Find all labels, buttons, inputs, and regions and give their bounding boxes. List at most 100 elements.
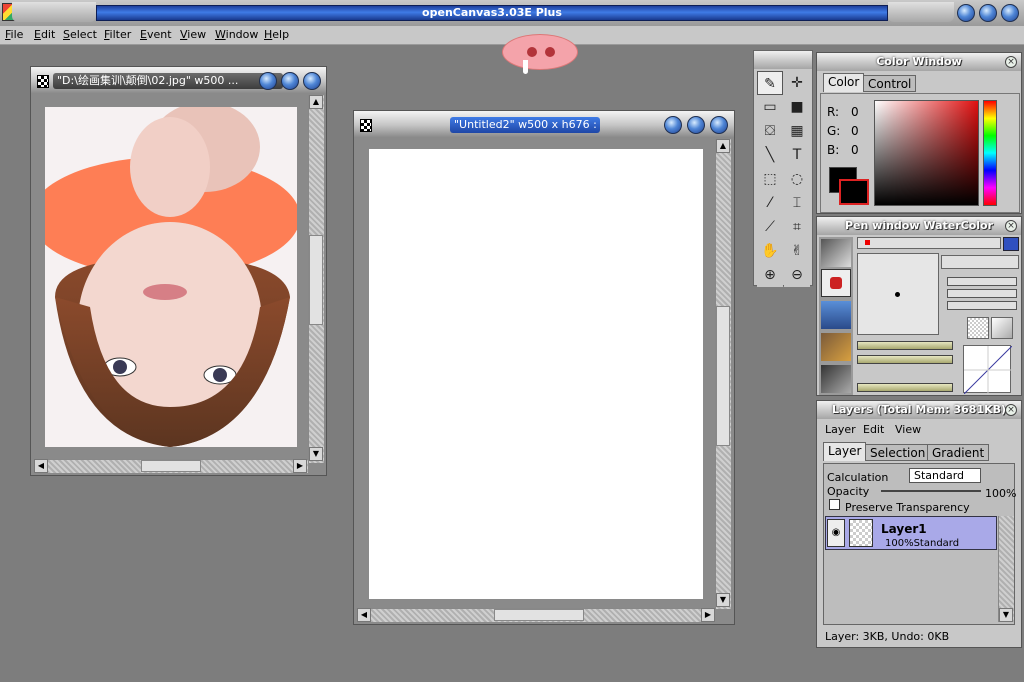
fill-rect-tool-icon[interactable]: ■: [784, 95, 810, 119]
zoom-out-tool-icon[interactable]: ⊖: [784, 263, 810, 287]
color-window-title[interactable]: Color Window: [817, 53, 1021, 71]
scroll-left-button[interactable]: ◀: [34, 459, 48, 473]
hand-tool-icon[interactable]: ✋: [757, 239, 783, 263]
document-window-photo[interactable]: "D:\绘画集训\颠倒\02.jpg" w500 ... ▲ ▼ ◀ ▶: [30, 66, 327, 476]
background-color-swatch[interactable]: [839, 179, 869, 205]
blend-slider[interactable]: [857, 383, 953, 392]
opacity-value: 100%: [985, 487, 1017, 500]
layers-vertical-scrollbar[interactable]: [998, 516, 1014, 622]
param-slider-1[interactable]: [947, 277, 1017, 286]
magic-wand-tool-icon[interactable]: ⁄: [757, 191, 783, 215]
maximize-button[interactable]: [979, 4, 997, 22]
document-icon: [37, 75, 49, 88]
brush-airbrush-icon[interactable]: [821, 333, 851, 361]
menu-window[interactable]: Window: [215, 28, 258, 41]
menu-file[interactable]: File: [5, 28, 23, 41]
close-icon[interactable]: ×: [1005, 220, 1017, 232]
document-title: "Untitled2" w500 x h676 : 66%: [450, 117, 600, 133]
color-picker-square[interactable]: [874, 100, 979, 206]
scroll-right-button[interactable]: ▶: [701, 608, 715, 622]
tab-control[interactable]: Control: [863, 75, 917, 92]
scroll-thumb[interactable]: [716, 306, 730, 446]
pen-tool-icon[interactable]: ✎: [757, 71, 783, 95]
opacity-label: Opacity: [827, 485, 870, 498]
layers-menu-layer[interactable]: Layer: [825, 423, 856, 436]
menu-help[interactable]: Help: [264, 28, 289, 41]
doc-minimize-button[interactable]: [259, 72, 277, 90]
opacity-slider[interactable]: [881, 490, 981, 492]
eye-icon[interactable]: ◉: [827, 519, 845, 547]
hscroll-thumb[interactable]: [494, 609, 584, 621]
layers-menu-edit[interactable]: Edit: [863, 423, 884, 436]
hscroll-thumb[interactable]: [141, 460, 201, 472]
hue-slider[interactable]: [983, 100, 997, 206]
tab-selection[interactable]: Selection: [865, 444, 931, 461]
param-slider-2[interactable]: [947, 289, 1017, 298]
doc-minimize-button[interactable]: [664, 116, 682, 134]
blank-canvas[interactable]: [369, 149, 703, 599]
text-tool-icon[interactable]: T: [784, 143, 810, 167]
b-value: 0: [851, 143, 859, 157]
eyedropper-tool-icon[interactable]: ⟋: [757, 215, 783, 239]
texture-icon[interactable]: [967, 317, 989, 339]
pen-window-title[interactable]: Pen window WaterColor: [817, 217, 1021, 235]
photo-canvas[interactable]: [45, 107, 297, 447]
tab-gradient[interactable]: Gradient: [927, 444, 990, 461]
scroll-up-button[interactable]: ▲: [309, 95, 323, 109]
doc-close-button[interactable]: [303, 72, 321, 90]
rotate-hand-tool-icon[interactable]: ✌: [784, 239, 810, 263]
brush-water-icon[interactable]: [821, 301, 851, 329]
layers-window-title[interactable]: Layers (Total Mem: 3681KB): [817, 401, 1021, 419]
minimize-button[interactable]: [957, 4, 975, 22]
menu-view[interactable]: View: [180, 28, 206, 41]
line-tool-icon[interactable]: ╲: [757, 143, 783, 167]
calculation-select[interactable]: Standard: [909, 468, 981, 483]
menu-edit[interactable]: Edit: [34, 28, 55, 41]
tab-layer[interactable]: Layer: [823, 442, 867, 461]
menu-select[interactable]: Select: [63, 28, 97, 41]
crop-tool-icon[interactable]: ⌗: [784, 215, 810, 239]
doc-close-button[interactable]: [710, 116, 728, 134]
brush-shape-selector[interactable]: [941, 255, 1019, 269]
layers-menu-view[interactable]: View: [895, 423, 921, 436]
scroll-right-button[interactable]: ▶: [293, 459, 307, 473]
doc-maximize-button[interactable]: [687, 116, 705, 134]
move-tool-icon[interactable]: ✛: [784, 71, 810, 95]
scroll-left-button[interactable]: ◀: [357, 608, 371, 622]
bucket-tool-icon[interactable]: ⛋: [757, 119, 783, 143]
rotate-tool-icon[interactable]: ▭: [757, 95, 783, 119]
transform-tool-icon[interactable]: ⌶: [784, 191, 810, 215]
menu-filter[interactable]: Filter: [104, 28, 131, 41]
r-label: R:: [827, 105, 840, 119]
opacity-slider[interactable]: [857, 341, 953, 350]
doc-maximize-button[interactable]: [281, 72, 299, 90]
zoom-in-tool-icon[interactable]: ⊕: [757, 263, 783, 287]
scroll-up-button[interactable]: ▲: [716, 139, 730, 153]
rect-select-tool-icon[interactable]: ⬚: [757, 167, 783, 191]
tool-palette-header[interactable]: [754, 51, 812, 69]
menu-event[interactable]: Event: [140, 28, 172, 41]
preserve-transparency-label: Preserve Transparency: [845, 501, 970, 514]
brush-size-ruler[interactable]: [857, 237, 1001, 249]
brush-eraser-icon[interactable]: [821, 365, 851, 393]
param-slider-3[interactable]: [947, 301, 1017, 310]
brush-pencil-icon[interactable]: [821, 239, 851, 267]
gradient-tool-icon[interactable]: ▦: [784, 119, 810, 143]
scroll-thumb[interactable]: [309, 235, 323, 325]
layer-thumbnail: [849, 519, 873, 547]
tab-color[interactable]: Color: [823, 73, 865, 92]
document-window-untitled[interactable]: "Untitled2" w500 x h676 : 66% ▲ ▼ ◀ ▶: [353, 110, 735, 625]
scroll-down-button[interactable]: ▼: [999, 608, 1013, 622]
scroll-down-button[interactable]: ▼: [309, 447, 323, 461]
close-icon[interactable]: ×: [1005, 56, 1017, 68]
document-title: "D:\绘画集训\颠倒\02.jpg" w500 ...: [53, 73, 283, 89]
close-icon[interactable]: ×: [1005, 404, 1017, 416]
pressure-curve[interactable]: [963, 345, 1013, 395]
texture-alt-icon[interactable]: [991, 317, 1013, 339]
save-icon[interactable]: [1003, 237, 1019, 251]
density-slider[interactable]: [857, 355, 953, 364]
lasso-tool-icon[interactable]: ◌: [784, 167, 810, 191]
close-button[interactable]: [1001, 4, 1019, 22]
scroll-down-button[interactable]: ▼: [716, 593, 730, 607]
preserve-transparency-checkbox[interactable]: [829, 499, 840, 510]
